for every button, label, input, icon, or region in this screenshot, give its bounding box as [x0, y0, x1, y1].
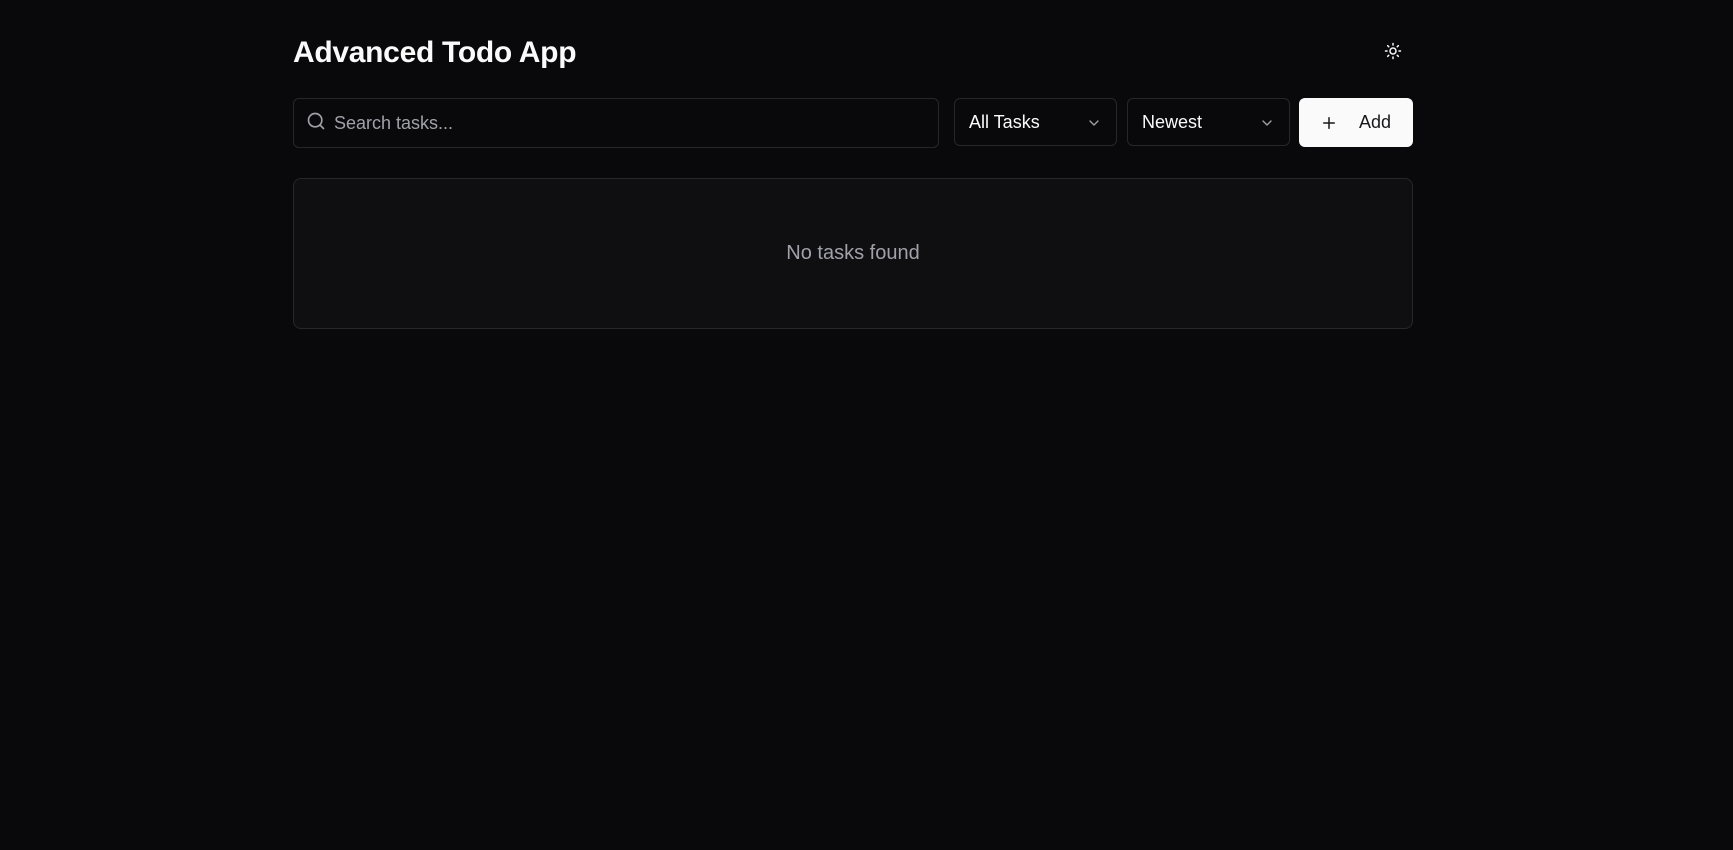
sun-icon [1384, 42, 1402, 63]
filter-select[interactable]: All Tasks [954, 98, 1117, 146]
empty-message: No tasks found [786, 242, 920, 264]
task-list-empty-state: No tasks found [293, 178, 1413, 329]
search-icon [306, 111, 326, 131]
header: Advanced Todo App [293, 0, 1413, 98]
plus-icon [1320, 114, 1338, 132]
toolbar: All Tasks Newest Add [293, 98, 1413, 148]
sort-select-value: Newest [1142, 111, 1203, 132]
chevron-down-icon [1086, 115, 1102, 131]
filter-select-value: All Tasks [969, 111, 1040, 132]
app-container: Advanced Todo App Search tasks... All Ta… [293, 0, 1413, 329]
sort-select[interactable]: Newest [1127, 98, 1290, 146]
page-title: Advanced Todo App [293, 36, 577, 69]
add-button-label: Add [1359, 112, 1392, 132]
theme-toggle-button[interactable] [1373, 34, 1413, 70]
search-box [293, 98, 939, 148]
search-input[interactable] [334, 99, 924, 147]
add-task-button[interactable]: Add [1299, 98, 1413, 147]
chevron-down-icon [1259, 115, 1275, 131]
